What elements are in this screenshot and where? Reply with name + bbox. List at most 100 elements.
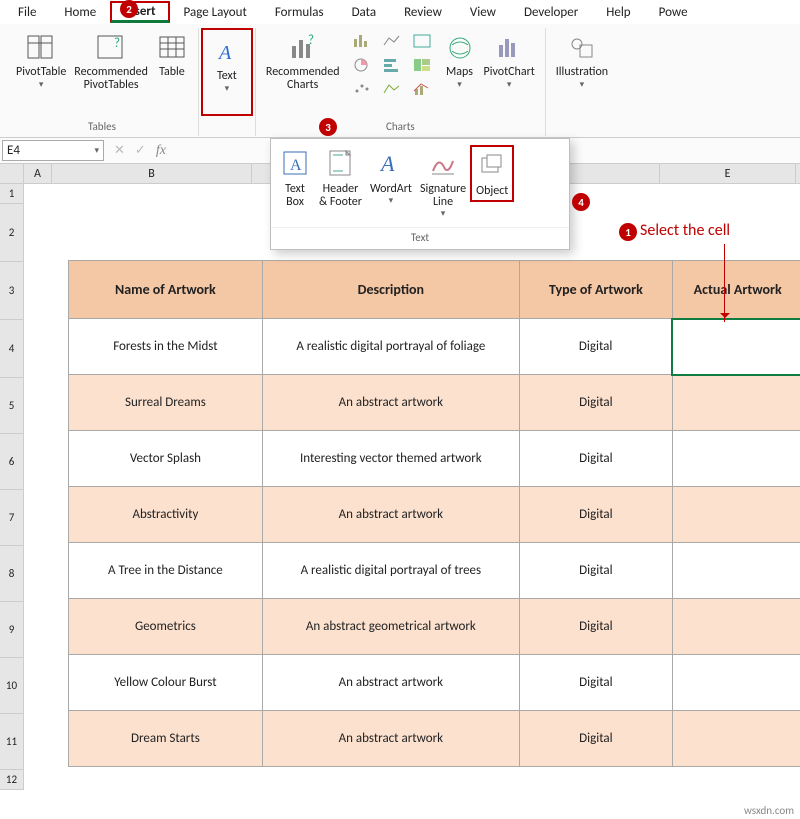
maps-icon	[444, 32, 476, 64]
chart-treemap-icon[interactable]	[408, 54, 436, 76]
row-2[interactable]: 2	[0, 204, 24, 262]
ribbon-maps[interactable]: Maps ▾	[440, 28, 480, 92]
cell-name[interactable]: Abstractivity	[69, 487, 263, 543]
th-desc[interactable]: Description	[262, 261, 519, 319]
menu-review[interactable]: Review	[390, 2, 456, 23]
col-A[interactable]: A	[24, 164, 52, 183]
cell-desc[interactable]: A realistic digital portrayal of trees	[262, 543, 519, 599]
chart-surface-icon[interactable]	[378, 78, 406, 100]
row-11[interactable]: 11	[0, 714, 24, 770]
cell-actual-artwork[interactable]	[672, 375, 800, 431]
ribbon-recommended-charts[interactable]: ? Recommended Charts	[262, 28, 344, 94]
row-12[interactable]: 12	[0, 770, 24, 790]
fx-button[interactable]: fx	[156, 143, 166, 159]
th-name[interactable]: Name of Artwork	[69, 261, 263, 319]
cell-name[interactable]: A Tree in the Distance	[69, 543, 263, 599]
ribbon-recommended-pivottables[interactable]: ? Recommended PivotTables	[70, 28, 152, 94]
cell-desc[interactable]: An abstract geometrical artwork	[262, 599, 519, 655]
row-4[interactable]: 4	[0, 320, 24, 378]
arrow-icon	[724, 244, 725, 322]
row-8[interactable]: 8	[0, 546, 24, 602]
th-art[interactable]: Actual Artwork	[672, 261, 800, 319]
row-7[interactable]: 7	[0, 490, 24, 546]
cell-actual-artwork-selected[interactable]	[672, 319, 800, 375]
cell-type[interactable]: Digital	[519, 543, 672, 599]
menu-home[interactable]: Home	[50, 2, 110, 23]
col-B[interactable]: B	[52, 164, 252, 183]
cell-type[interactable]: Digital	[519, 711, 672, 767]
row-10[interactable]: 10	[0, 658, 24, 714]
menu-file[interactable]: File	[4, 2, 50, 23]
col-E[interactable]: E	[660, 164, 796, 183]
cell-name[interactable]: Dream Starts	[69, 711, 263, 767]
chart-bar-icon[interactable]	[378, 54, 406, 76]
cell-desc[interactable]: An abstract artwork	[262, 487, 519, 543]
th-type[interactable]: Type of Artwork	[519, 261, 672, 319]
cancel-icon[interactable]: ✕	[114, 143, 125, 158]
popup-header-footer[interactable]: Header & Footer	[315, 145, 366, 211]
cell-desc[interactable]: An abstract artwork	[262, 655, 519, 711]
chart-combo-icon[interactable]	[408, 78, 436, 100]
menu-developer[interactable]: Developer	[510, 2, 592, 23]
cell-desc[interactable]: Interesting vector themed artwork	[262, 431, 519, 487]
ribbon-table[interactable]: Table	[152, 28, 192, 81]
menu-page-layout[interactable]: Page Layout	[170, 2, 261, 23]
popup-signature-line[interactable]: Signature Line ▾	[416, 145, 470, 221]
ribbon-illustration[interactable]: Illustration ▾	[552, 28, 612, 92]
select-all-corner[interactable]	[0, 164, 24, 183]
ribbon-pivotchart[interactable]: PivotChart ▾	[480, 28, 539, 92]
cell-name[interactable]: Yellow Colour Burst	[69, 655, 263, 711]
menu-view[interactable]: View	[456, 2, 510, 23]
cell-type[interactable]: Digital	[519, 599, 672, 655]
cell-desc[interactable]: An abstract artwork	[262, 711, 519, 767]
svg-text:A: A	[379, 151, 395, 176]
cell-type[interactable]: Digital	[519, 487, 672, 543]
chart-pie-icon[interactable]	[348, 54, 376, 76]
cell-actual-artwork[interactable]	[672, 487, 800, 543]
cell-name[interactable]: Forests in the Midst	[69, 319, 263, 375]
menu-help[interactable]: Help	[592, 2, 644, 23]
cell-name[interactable]: Geometrics	[69, 599, 263, 655]
chart-scatter-icon[interactable]	[348, 78, 376, 100]
row-9[interactable]: 9	[0, 602, 24, 658]
label: Recommended PivotTables	[74, 66, 148, 92]
menu-data[interactable]: Data	[338, 2, 391, 23]
row-6[interactable]: 6	[0, 434, 24, 490]
cell-type[interactable]: Digital	[519, 655, 672, 711]
popup-text-box[interactable]: A Text Box	[275, 145, 315, 211]
menu-formulas[interactable]: Formulas	[261, 2, 338, 23]
cell-actual-artwork[interactable]	[672, 431, 800, 487]
label: Text	[217, 70, 237, 83]
chart-map-icon[interactable]	[408, 30, 436, 52]
cell-type[interactable]: Digital	[519, 431, 672, 487]
chevron-down-icon: ▾	[441, 209, 446, 219]
menu-insert[interactable]: Insert	[110, 1, 169, 23]
cell-actual-artwork[interactable]	[672, 543, 800, 599]
ribbon-text[interactable]: A Text ▾	[201, 28, 253, 116]
cell-actual-artwork[interactable]	[672, 599, 800, 655]
cell-actual-artwork[interactable]	[672, 655, 800, 711]
popup-wordart[interactable]: A WordArt ▾	[366, 145, 416, 208]
name-box[interactable]: E4 ▾	[2, 140, 104, 161]
ribbon-pivottable[interactable]: PivotTable ▾	[12, 28, 70, 92]
label: Illustration	[556, 66, 608, 79]
cell-desc[interactable]: An abstract artwork	[262, 375, 519, 431]
menu-power[interactable]: Powe	[645, 2, 702, 23]
cell-type[interactable]: Digital	[519, 375, 672, 431]
cell-name[interactable]: Surreal Dreams	[69, 375, 263, 431]
label: Maps	[446, 66, 473, 79]
cell-actual-artwork[interactable]	[672, 711, 800, 767]
cell-desc[interactable]: A realistic digital portrayal of foliage	[262, 319, 519, 375]
chart-line-icon[interactable]	[378, 30, 406, 52]
row-3[interactable]: 3	[0, 262, 24, 320]
row-5[interactable]: 5	[0, 378, 24, 434]
chevron-down-icon: ▾	[389, 196, 394, 206]
svg-text:?: ?	[114, 36, 120, 51]
chart-column-icon[interactable]	[348, 30, 376, 52]
row-1[interactable]: 1	[0, 184, 24, 204]
cell-type[interactable]: Digital	[519, 319, 672, 375]
popup-object[interactable]: Object	[470, 145, 514, 202]
cell-name[interactable]: Vector Splash	[69, 431, 263, 487]
enter-icon[interactable]: ✓	[135, 143, 146, 158]
svg-text:A: A	[217, 42, 232, 64]
